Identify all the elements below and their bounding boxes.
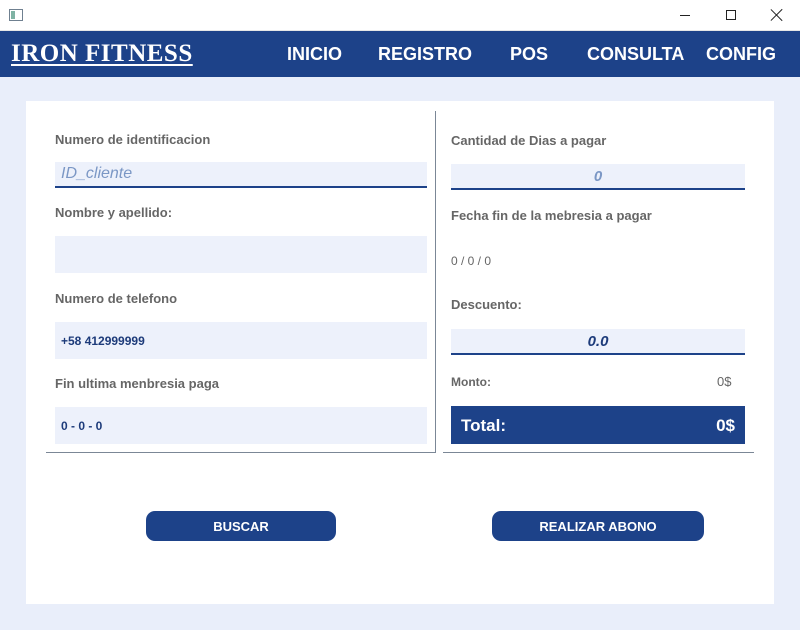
nav-item-inicio[interactable]: INICIO [287,44,342,65]
top-navbar: IRON FITNESS INICIO REGISTRO POS CONSULT… [0,31,800,77]
name-label: Nombre y apellido: [55,205,173,220]
search-button[interactable]: BUSCAR [146,511,336,541]
total-bar: Total: 0$ [451,406,745,444]
close-icon [771,9,783,21]
amount-value: 0$ [717,374,732,389]
phone-label: Numero de telefono [55,291,178,306]
right-bottom-divider [443,452,754,453]
name-input[interactable] [55,236,427,273]
id-label: Numero de identificacion [55,132,211,147]
maximize-button[interactable] [708,0,754,30]
discount-label: Descuento: [451,297,522,312]
window-titlebar [0,0,800,31]
days-input[interactable] [451,164,745,190]
brand-logo: IRON FITNESS [11,40,193,67]
nav-item-pos[interactable]: POS [510,44,548,65]
end-date-label: Fecha fin de la mebresia a pagar [451,208,652,223]
close-button[interactable] [754,0,800,30]
app-icon [9,9,23,21]
discount-input[interactable] [451,329,745,355]
total-value: 0$ [716,416,735,435]
last-membership-label: Fin ultima menbresia paga [55,376,219,391]
pay-button[interactable]: REALIZAR ABONO [492,511,704,541]
nav-item-config[interactable]: CONFIG [706,44,776,65]
nav-item-consulta[interactable]: CONSULTA [587,44,684,65]
minimize-icon [680,14,690,16]
phone-field[interactable]: +58 412999999 [55,322,427,359]
minimize-button[interactable] [662,0,708,30]
last-membership-field[interactable]: 0 - 0 - 0 [55,407,427,444]
amount-label: Monto: [451,375,491,389]
total-label: Total: [461,416,507,435]
end-date-value: 0 / 0 / 0 [451,254,492,268]
nav-item-registro[interactable]: REGISTRO [378,44,472,65]
client-id-input[interactable] [55,162,427,188]
left-bottom-divider [46,452,435,453]
vertical-divider [435,111,436,453]
maximize-icon [726,10,736,20]
days-label: Cantidad de Dias a pagar [451,133,607,148]
